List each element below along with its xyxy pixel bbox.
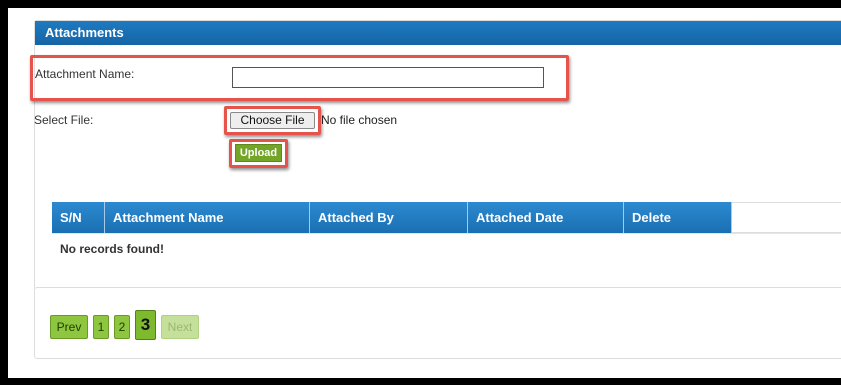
pager-prev-button[interactable]: Prev: [50, 315, 88, 339]
no-file-chosen-text: No file chosen: [321, 113, 398, 127]
pager-page-2[interactable]: 2: [114, 315, 130, 339]
pager-page-1[interactable]: 1: [93, 315, 109, 339]
pager-next-button[interactable]: Next: [161, 315, 199, 339]
table-header-filler: [732, 202, 841, 233]
pager-page-3-current[interactable]: 3: [135, 310, 156, 340]
page-frame: Attachments Attachment Name: Select File…: [8, 8, 841, 378]
column-header-sn[interactable]: S/N: [52, 202, 105, 233]
column-header-attachment-name[interactable]: Attachment Name: [105, 202, 310, 233]
column-header-attached-date[interactable]: Attached Date: [468, 202, 624, 233]
panel-title: Attachments: [35, 21, 841, 45]
upload-button[interactable]: Upload: [235, 144, 282, 162]
attachment-name-input[interactable]: [232, 67, 544, 88]
column-header-delete[interactable]: Delete: [624, 202, 732, 233]
attachments-table-header: S/N Attachment Name Attached By Attached…: [52, 202, 841, 233]
empty-table-message: No records found!: [52, 233, 841, 263]
select-file-label: Select File:: [34, 113, 94, 127]
column-header-attached-by[interactable]: Attached By: [310, 202, 468, 233]
attachment-name-label: Attachment Name:: [35, 67, 135, 81]
choose-file-button[interactable]: Choose File: [230, 112, 315, 129]
